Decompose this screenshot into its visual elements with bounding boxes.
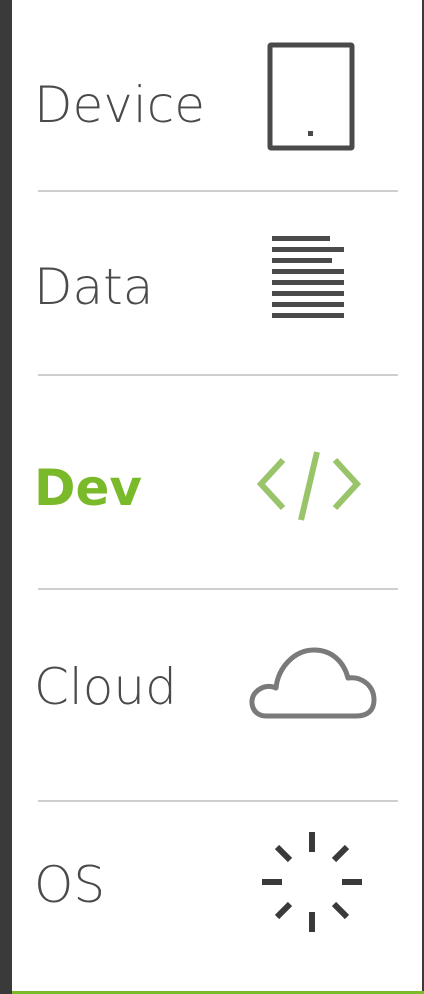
menu-item-label: Data	[34, 258, 154, 316]
menu-item-data[interactable]: Data	[12, 192, 422, 374]
left-edge-bar	[0, 0, 12, 994]
side-menu-panel: Device Data Dev Cloud OS	[0, 0, 424, 994]
menu-item-label: Cloud	[34, 658, 177, 716]
text-lines-icon	[272, 236, 350, 323]
menu-item-label: OS	[34, 856, 106, 914]
cloud-icon	[244, 640, 380, 727]
category-menu: Device Data Dev Cloud OS	[12, 0, 422, 991]
menu-item-cloud[interactable]: Cloud	[12, 590, 422, 800]
loading-spinner-icon	[260, 830, 364, 939]
menu-item-device[interactable]: Device	[12, 20, 422, 190]
menu-item-dev[interactable]: Dev	[12, 376, 422, 588]
code-icon	[256, 448, 363, 533]
menu-item-label: Dev	[34, 459, 143, 517]
menu-item-label: Device	[34, 76, 205, 134]
menu-item-os[interactable]: OS	[12, 802, 422, 990]
tablet-icon	[267, 42, 357, 157]
